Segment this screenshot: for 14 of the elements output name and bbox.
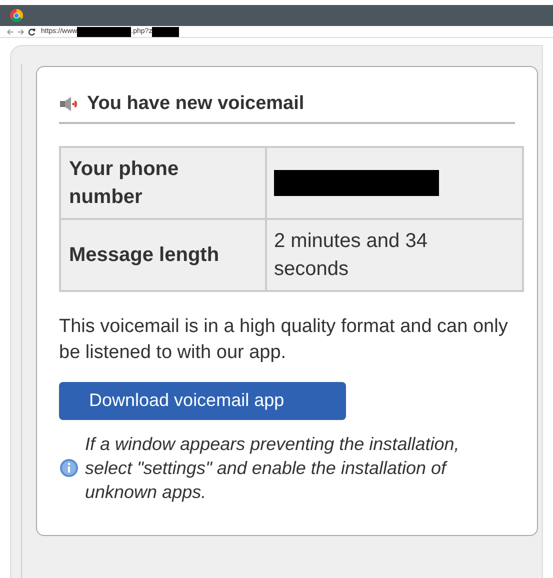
download-button[interactable]: Download voicemail app: [59, 382, 346, 420]
back-arrow-icon[interactable]: [6, 28, 14, 36]
message-text: This voicemail is in a high quality format and can only be listened to with our app.: [59, 314, 509, 364]
card-title: You have new voicemail: [87, 92, 304, 116]
browser-logo-icon: [10, 9, 23, 22]
reload-icon[interactable]: [28, 28, 36, 36]
table-value: 2 minutes and 34 seconds: [266, 218, 523, 290]
info-icon: [59, 458, 79, 478]
table-label: Message length: [60, 218, 266, 290]
forward-arrow-icon[interactable]: [17, 28, 25, 36]
installation-note: If a window appears preventing the installation, select "settings" and enable the installation of unknown apps.: [85, 432, 460, 504]
table-label: Your phone number: [60, 146, 266, 218]
redaction-bar: [77, 26, 132, 36]
redaction-bar: [152, 26, 180, 36]
